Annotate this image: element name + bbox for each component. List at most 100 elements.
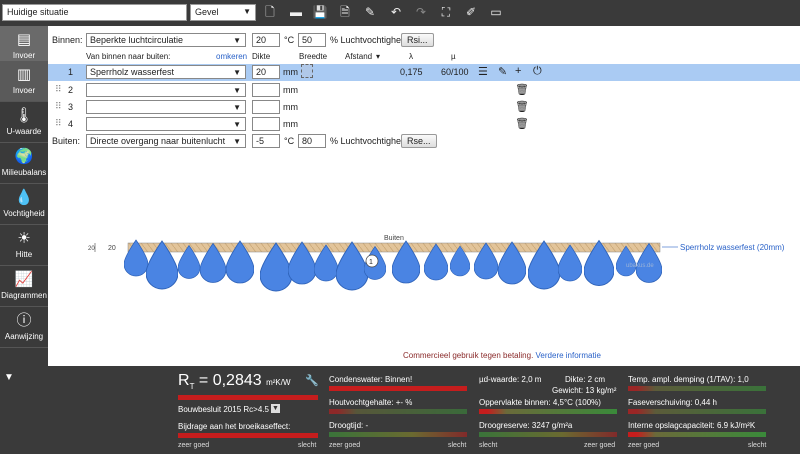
layer-row[interactable]: ⠿ 2 ▼ mm 🗑 [48, 82, 800, 99]
reverse-link[interactable]: omkeren [216, 52, 247, 61]
standard-dropdown-icon[interactable]: ▼ [271, 404, 280, 413]
outer-humidity-input[interactable]: 80 [298, 134, 326, 148]
chevron-down-icon: ▼ [243, 7, 251, 16]
layer-marker-number: 1 [369, 259, 373, 266]
wood-layer [127, 242, 661, 253]
layer-thickness-input[interactable] [252, 83, 280, 97]
layer-row[interactable]: ⠿ 4 ▼ mm 🗑 [48, 116, 800, 133]
header-width: Breedte [299, 52, 328, 61]
project-name-text: Huidige situatie [7, 7, 69, 17]
surface-temp-label: Oppervlakte binnen: 4,5°C (100%) [479, 398, 601, 407]
layers-icon: ▥ [16, 66, 32, 83]
damping-bar [628, 386, 766, 391]
rt-number: = 0,2843 [198, 372, 262, 389]
collapse-toggle-icon[interactable]: ▼ [4, 372, 14, 383]
layer-material-select[interactable]: ▼ [86, 100, 246, 114]
redo-icon[interactable]: ↷ [413, 4, 429, 21]
edit-icon[interactable]: ✎ [498, 65, 507, 78]
layer-label[interactable]: Sperrholz wasserfest (20mm) [680, 243, 785, 252]
outside-label: Buiten [384, 235, 404, 242]
inner-climate-select[interactable]: Beperkte luchtcirculatie ▼ [86, 33, 246, 47]
comment-icon[interactable]: ▭ [488, 4, 504, 21]
inner-temp-input[interactable]: 20 [252, 33, 280, 47]
project-name-input[interactable]: Huidige situatie [2, 4, 187, 21]
drag-handle-icon[interactable]: ⠿ [55, 84, 62, 95]
layer-thickness-input[interactable] [252, 100, 280, 114]
pdf-icon[interactable]: 🗎 [337, 4, 353, 21]
view-select[interactable]: Gevel ▼ [190, 4, 256, 21]
header-distance[interactable]: Afstand [345, 52, 372, 61]
layer-thickness-input[interactable]: 20 [252, 65, 280, 79]
more-info-link[interactable]: Verdere informatie [536, 351, 601, 360]
layer-number: 2 [68, 85, 74, 95]
sd-label: µd-waarde: 2,0 m [479, 375, 542, 384]
layer-unit: mm [283, 119, 298, 129]
trash-icon[interactable]: 🗑 [515, 100, 529, 113]
storage-bar [628, 432, 766, 437]
new-file-icon[interactable]: 🗋 [262, 4, 278, 21]
drying-label: Droogtijd: - [329, 421, 369, 430]
damping-label: Temp. ampl. demping (1/TAV): 1,0 [628, 375, 749, 384]
rt-subscript: T [189, 382, 195, 392]
layer-thickness-value: 20 [256, 67, 267, 77]
undo-icon[interactable]: ↶ [388, 4, 404, 21]
sidebar-item-u-waarde[interactable]: 🌡 U-waarde [0, 102, 48, 143]
trash-icon[interactable]: 🗑 [515, 117, 529, 130]
layer-unit: mm [283, 67, 298, 77]
scale-bad: slecht [748, 442, 767, 449]
greenhouse-bar [178, 433, 318, 438]
sun-icon: ☀ [17, 230, 31, 247]
layer-thickness-input[interactable] [252, 117, 280, 131]
condensate-label: Condenswater: Binnen! [329, 375, 413, 384]
sidebar-item-aanwijzing[interactable]: ⓘ Aanwijzing [0, 307, 48, 348]
scale-bad: slecht [479, 442, 498, 449]
sidebar-item-milieubalans[interactable]: 🌍 Milieubalans [0, 143, 48, 184]
layer-row[interactable]: ⠿ 3 ▼ mm 🗑 [48, 99, 800, 116]
trash-icon[interactable]: 🗑 [515, 83, 529, 96]
edit-icon[interactable]: ✎ [362, 4, 378, 21]
layer-row[interactable]: 1 Sperrholz wasserfest ▼ 20 mm 0,175 60/1… [48, 64, 800, 81]
inner-climate-value: Beperkte luchtcirculatie [90, 35, 184, 45]
thermometer-icon: 🌡 [14, 107, 34, 124]
rsi-button[interactable]: Rsi... [401, 33, 434, 47]
outer-temp-input[interactable]: -5 [252, 134, 280, 148]
inner-humidity-value: 50 [302, 35, 313, 45]
open-folder-icon[interactable]: ▬ [288, 4, 304, 21]
outer-climate-select[interactable]: Directe overgang naar buitenlucht ▼ [86, 134, 246, 148]
drag-handle-icon[interactable]: ⠿ [55, 101, 62, 112]
layer-material-value: Sperrholz wasserfest [90, 67, 175, 77]
dimension-left: 20 [88, 246, 95, 252]
wood-moisture-bar [329, 409, 467, 414]
fullscreen-icon[interactable]: ⛶ [438, 4, 454, 21]
power-icon[interactable]: ⏻ [533, 65, 542, 78]
drop-icon: 💧 [14, 189, 34, 206]
layer-material-select[interactable]: ▼ [86, 117, 246, 131]
sidebar-item-label: Hitte [15, 250, 33, 259]
menu-icon[interactable]: ☰ [478, 65, 488, 78]
outer-humidity-unit: % Luchtvochtigheid [330, 136, 409, 146]
inner-humidity-input[interactable]: 50 [298, 33, 326, 47]
top-toolbar: Huidige situatie Gevel ▼ 🗋 ▬ 💾 🗎 ✎ ↶ ↷ ⛶ … [0, 0, 800, 26]
sidebar-item-diagrammen[interactable]: 📈 Diagrammen [0, 266, 48, 307]
sidebar-item-hitte[interactable]: ☀ Hitte [0, 225, 48, 266]
dimension-right: 20 [108, 245, 116, 252]
wrench-icon[interactable]: 🔧 [305, 374, 319, 387]
width-picker-icon[interactable] [301, 64, 313, 78]
scale-bad: slecht [298, 442, 317, 449]
inner-label: Binnen: [52, 35, 83, 45]
save-icon[interactable]: 💾 [312, 4, 328, 21]
sidebar-item-invoer-2[interactable]: ▥ Invoer [0, 61, 48, 102]
rse-button[interactable]: Rse... [401, 134, 437, 148]
sidebar-item-vochtigheid[interactable]: 💧 Vochtigheid [0, 184, 48, 225]
inner-temp-unit: °C [284, 35, 295, 45]
drying-reserve-bar [479, 432, 617, 437]
add-layer-icon[interactable]: + [515, 65, 521, 77]
sidebar-item-label: Milieubalans [1, 168, 47, 177]
layer-material-select[interactable]: ▼ [86, 83, 246, 97]
drag-handle-icon[interactable]: ⠿ [55, 118, 62, 129]
watermark: ubakus.de [626, 263, 654, 269]
magic-icon[interactable]: ✐ [463, 4, 479, 21]
sidebar-item-label: Aanwijzing [4, 332, 44, 341]
scale-bad: slecht [448, 442, 467, 449]
layer-material-select[interactable]: Sperrholz wasserfest ▼ [86, 65, 246, 79]
